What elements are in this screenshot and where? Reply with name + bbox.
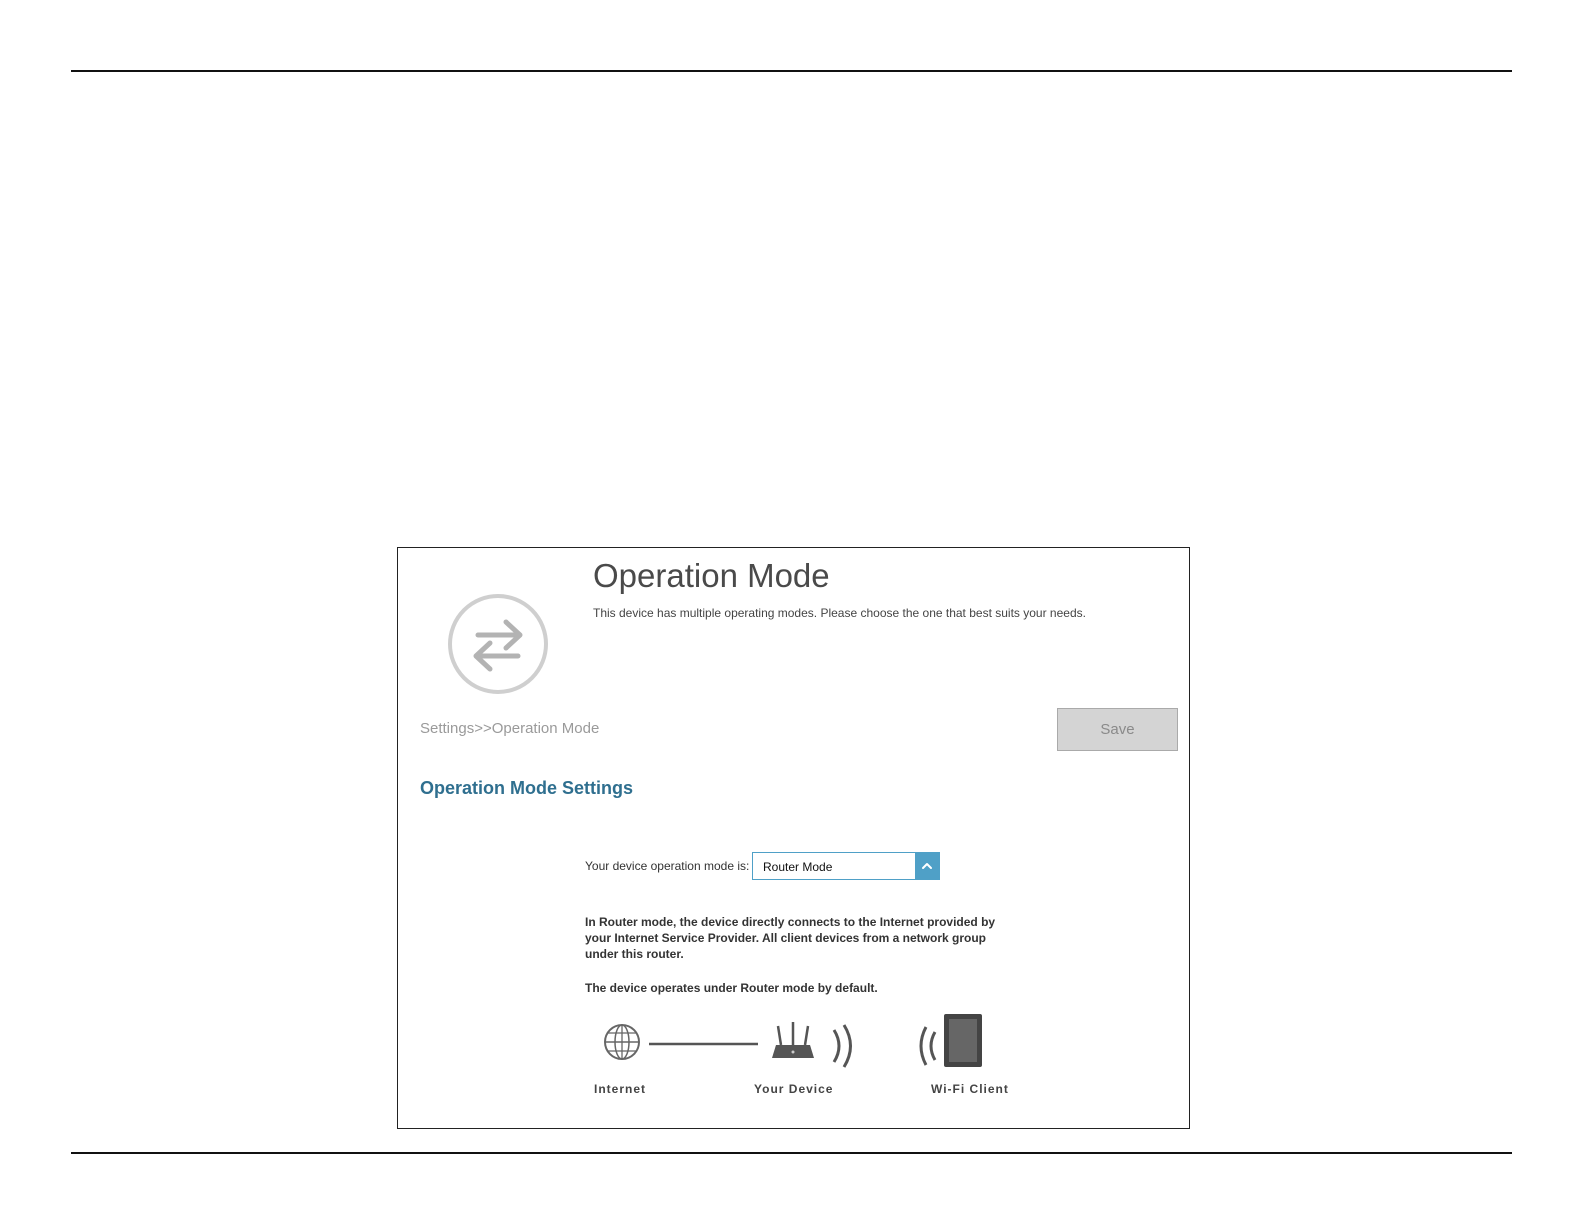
swap-arrows-icon [448, 594, 548, 694]
operation-mode-value: Router Mode [763, 860, 833, 874]
your-device-label: Your Device [754, 1082, 834, 1096]
breadcrumb: Settings>>Operation Mode [420, 720, 600, 737]
operation-mode-select[interactable]: Router Mode [752, 852, 940, 880]
router-icon [772, 1022, 814, 1058]
wifi-client-label: Wi-Fi Client [931, 1082, 1009, 1096]
wifi-waves-client-icon [919, 1026, 937, 1066]
mode-explanation: In Router mode, the device directly conn… [585, 915, 996, 961]
bottom-rule [71, 1152, 1512, 1154]
globe-icon [604, 1024, 640, 1060]
operation-mode-label: Your device operation mode is: [585, 859, 750, 873]
section-title: Operation Mode Settings [420, 778, 634, 798]
page-description: This device has multiple operating modes… [593, 606, 1086, 620]
top-rule [71, 70, 1512, 72]
save-button[interactable]: Save [1057, 708, 1178, 751]
page-title: Operation Mode [593, 557, 830, 594]
wifi-waves-icon [832, 1024, 852, 1068]
internet-label: Internet [594, 1082, 647, 1096]
screenshot-frame: Operation Mode This device has multiple … [397, 547, 1190, 1129]
chevron-up-icon[interactable] [915, 853, 939, 879]
default-mode-note: The device operates under Router mode by… [585, 981, 878, 995]
tablet-icon [944, 1014, 982, 1067]
